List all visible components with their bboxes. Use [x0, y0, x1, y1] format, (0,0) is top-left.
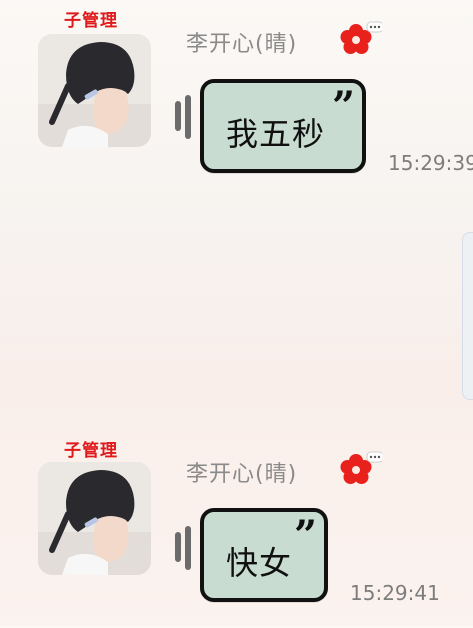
avatar-image: [38, 462, 151, 575]
chat-message: 子管理 李开心(晴): [0, 428, 473, 628]
message-text: 我五秒: [226, 115, 326, 153]
message-bubble[interactable]: 我五秒 ”: [200, 79, 366, 173]
message-bubble[interactable]: 快女 ”: [200, 508, 328, 602]
sender-name[interactable]: 李开心(晴): [186, 26, 297, 58]
timestamp: 15:29:41: [350, 581, 440, 605]
role-tag: 子管理: [64, 441, 118, 461]
avatar[interactable]: [38, 34, 151, 147]
side-panel-edge: [462, 232, 473, 400]
message-text: 快女: [226, 544, 293, 582]
ellipsis-icon: [366, 451, 384, 463]
chat-screen: { "messages": [ { "role_tag": "子管理", "se…: [0, 0, 473, 626]
chat-message: 子管理 李开心(晴): [0, 0, 473, 200]
ellipsis-icon: [366, 21, 384, 33]
avatar[interactable]: [38, 462, 151, 575]
voice-wave-icon: [175, 526, 197, 570]
red-flower-icon[interactable]: [340, 20, 384, 56]
quote-mark: ”: [332, 83, 356, 130]
quote-mark: ”: [294, 512, 318, 559]
red-flower-icon[interactable]: [340, 450, 384, 486]
role-tag: 子管理: [64, 11, 118, 31]
timestamp: 15:29:39: [388, 151, 473, 175]
voice-wave-icon: [175, 95, 197, 139]
avatar-image: [38, 34, 151, 147]
sender-name[interactable]: 李开心(晴): [186, 456, 297, 488]
